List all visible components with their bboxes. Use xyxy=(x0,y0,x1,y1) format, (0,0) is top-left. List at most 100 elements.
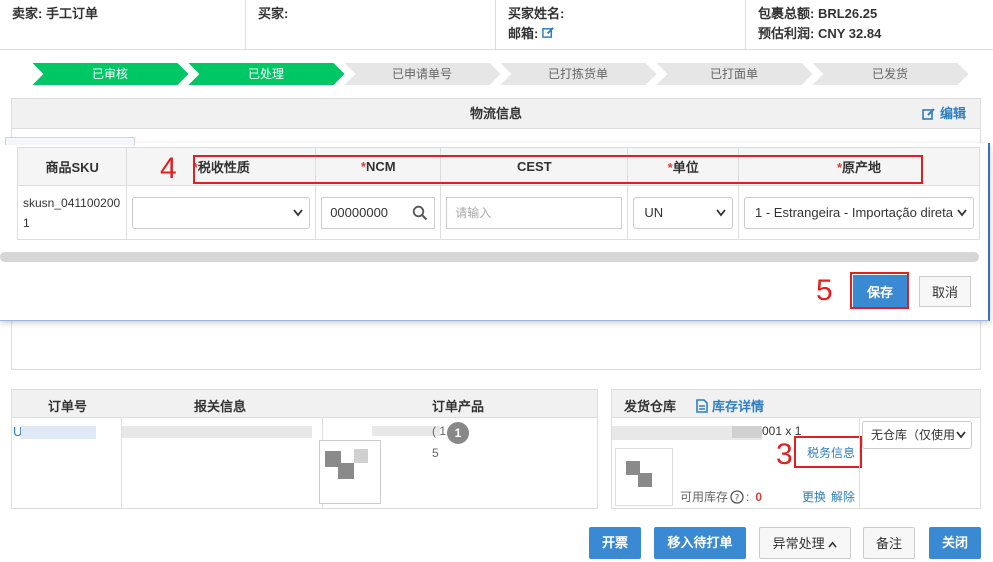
help-icon[interactable]: ? xyxy=(730,489,744,504)
header-sku: 商品SKU xyxy=(16,147,128,186)
step-label: 已打拣货单 xyxy=(547,67,608,81)
warehouse-panel: 发货仓库 库存详情 001 x 1 税务信息 可用库存 ? : 0 更换 解除 … xyxy=(611,389,981,509)
buyer-cell: 买家: xyxy=(246,0,496,49)
available-stock-label: 可用库存 xyxy=(680,490,729,504)
annotation-box-headers xyxy=(193,155,923,184)
buyer-contact-cell: 买家姓名: 邮箱: xyxy=(496,0,746,49)
blurred-order-number xyxy=(21,426,96,439)
origin-select[interactable]: 1 - Estrangeira - Importação direta xyxy=(744,196,974,229)
document-icon xyxy=(696,398,708,413)
chevron-down-icon xyxy=(716,208,726,216)
email-label: 邮箱: xyxy=(508,26,539,41)
tax-nature-cell xyxy=(126,185,317,240)
replace-link[interactable]: 更换 xyxy=(802,488,826,505)
invoice-button[interactable]: 开票 xyxy=(589,527,641,559)
annotation-number-4: 4 xyxy=(160,152,177,185)
order-panel: 订单号 报关信息 订单产品 U ( 1 5 1 xyxy=(11,389,598,509)
horizontal-scrollbar[interactable] xyxy=(0,252,979,262)
popup-tab-ghost xyxy=(5,137,135,145)
tax-nature-select[interactable] xyxy=(132,196,311,229)
warehouse-sku-fragment: 001 x 1 xyxy=(762,424,802,438)
step-label: 已处理 xyxy=(247,67,284,81)
ncm-cell: 00000000 xyxy=(315,185,442,240)
cancel-button[interactable]: 取消 xyxy=(919,276,971,307)
remove-link[interactable]: 解除 xyxy=(831,488,855,505)
logistics-title: 物流信息 xyxy=(469,106,522,121)
step-1: 已审核 xyxy=(30,62,190,86)
unit-cell: UN xyxy=(627,185,740,240)
ncm-input[interactable]: 00000000 xyxy=(321,196,436,229)
step-label: 已审核 xyxy=(91,67,128,81)
col-products: 订单产品 xyxy=(432,399,485,414)
order-info-bar: 卖家: 手工订单 买家: 买家姓名: 邮箱: 包裹总额: BRL26.25 预估… xyxy=(0,0,993,50)
seller-label: 卖家: xyxy=(12,6,43,21)
order-header: 订单号 报关信息 订单产品 xyxy=(12,390,597,418)
chevron-up-icon xyxy=(828,541,837,548)
logistics-header: 物流信息 编辑 xyxy=(12,99,980,129)
quantity-badge: 1 xyxy=(447,422,469,444)
warehouse-body: 001 x 1 税务信息 可用库存 ? : 0 更换 解除 无仓库（仅使用 xyxy=(612,418,980,508)
est-profit-value: CNY 32.84 xyxy=(817,26,882,41)
exception-button[interactable]: 异常处理 xyxy=(759,527,851,559)
move-to-print-button[interactable]: 移入待打单 xyxy=(654,527,746,559)
chevron-down-icon xyxy=(956,431,966,439)
ncm-value: 00000000 xyxy=(330,204,389,220)
chevron-down-icon xyxy=(293,208,303,216)
order-progress-steps: 已审核 已处理 已申请单号 已打拣货单 已打面单 已发货 xyxy=(30,62,970,86)
available-stock-value: 0 xyxy=(755,489,763,504)
warehouse-title: 发货仓库 xyxy=(624,399,677,414)
edit-email-icon[interactable] xyxy=(542,25,555,45)
seller-value: 手工订单 xyxy=(45,6,98,21)
annotation-box-save xyxy=(850,272,909,309)
remark-button[interactable]: 备注 xyxy=(863,527,915,559)
warehouse-select-value: 无仓库（仅使用 xyxy=(871,428,956,442)
warehouse-product-thumbnail xyxy=(615,448,673,506)
warehouse-header: 发货仓库 库存详情 xyxy=(612,390,980,418)
buyer-label: 买家: xyxy=(258,6,289,21)
close-button[interactable]: 关闭 xyxy=(929,527,981,559)
step-4: 已打拣货单 xyxy=(498,62,658,86)
logistics-edit-button[interactable]: 编辑 xyxy=(922,99,966,129)
package-total-value: BRL26.25 xyxy=(817,6,878,21)
exception-label: 异常处理 xyxy=(772,536,825,551)
cest-placeholder: 请输入 xyxy=(455,205,492,220)
email-row: 邮箱: xyxy=(508,24,733,45)
seller-cell: 卖家: 手工订单 xyxy=(0,0,246,49)
step-3: 已申请单号 xyxy=(342,62,502,86)
product-thumbnail xyxy=(319,440,381,504)
est-profit-label: 预估利润: xyxy=(758,26,815,41)
origin-value: 1 - Estrangeira - Importação direta xyxy=(755,204,953,220)
step-2: 已处理 xyxy=(186,62,346,86)
step-label: 已申请单号 xyxy=(391,67,452,81)
search-icon[interactable] xyxy=(412,205,428,221)
origin-cell: 1 - Estrangeira - Importação direta xyxy=(738,185,980,240)
order-body: U ( 1 5 1 xyxy=(12,418,597,508)
blurred-product-name xyxy=(372,426,440,436)
available-stock: 可用库存 ? : 0 xyxy=(680,489,763,505)
unit-value: UN xyxy=(644,204,664,220)
step-label: 已发货 xyxy=(871,67,908,81)
buyer-name-label: 买家姓名: xyxy=(508,6,565,21)
sku-cell: skusn_0411002001 xyxy=(16,185,128,240)
stock-detail-link[interactable]: 库存详情 xyxy=(696,396,764,415)
package-total-label: 包裹总额: xyxy=(758,6,815,21)
unit-select[interactable]: UN xyxy=(633,196,734,229)
step-6: 已发货 xyxy=(810,62,970,86)
annotation-number-5: 5 xyxy=(816,274,833,307)
cest-cell: 请输入 xyxy=(440,185,629,240)
chevron-down-icon xyxy=(957,208,967,217)
cest-input[interactable]: 请输入 xyxy=(446,196,623,229)
stock-detail-label: 库存详情 xyxy=(712,399,765,414)
tax-table-row: skusn_0411002001 00000000 请输入 UN 1 - Est… xyxy=(16,185,980,240)
col-customs: 报关信息 xyxy=(194,399,247,414)
step-5: 已打面单 xyxy=(654,62,814,86)
step-label: 已打面单 xyxy=(709,67,758,81)
logistics-edit-label: 编辑 xyxy=(939,106,966,121)
edit-icon xyxy=(922,108,935,120)
product-code-fragment-2: 5 xyxy=(432,446,439,460)
col-order-no: 订单号 xyxy=(48,399,88,414)
tax-info-link[interactable]: 税务信息 xyxy=(807,444,855,461)
warehouse-select[interactable]: 无仓库（仅使用 xyxy=(862,421,972,449)
totals-cell: 包裹总额: BRL26.25 预估利润: CNY 32.84 xyxy=(746,0,993,49)
svg-text:?: ? xyxy=(735,493,740,503)
